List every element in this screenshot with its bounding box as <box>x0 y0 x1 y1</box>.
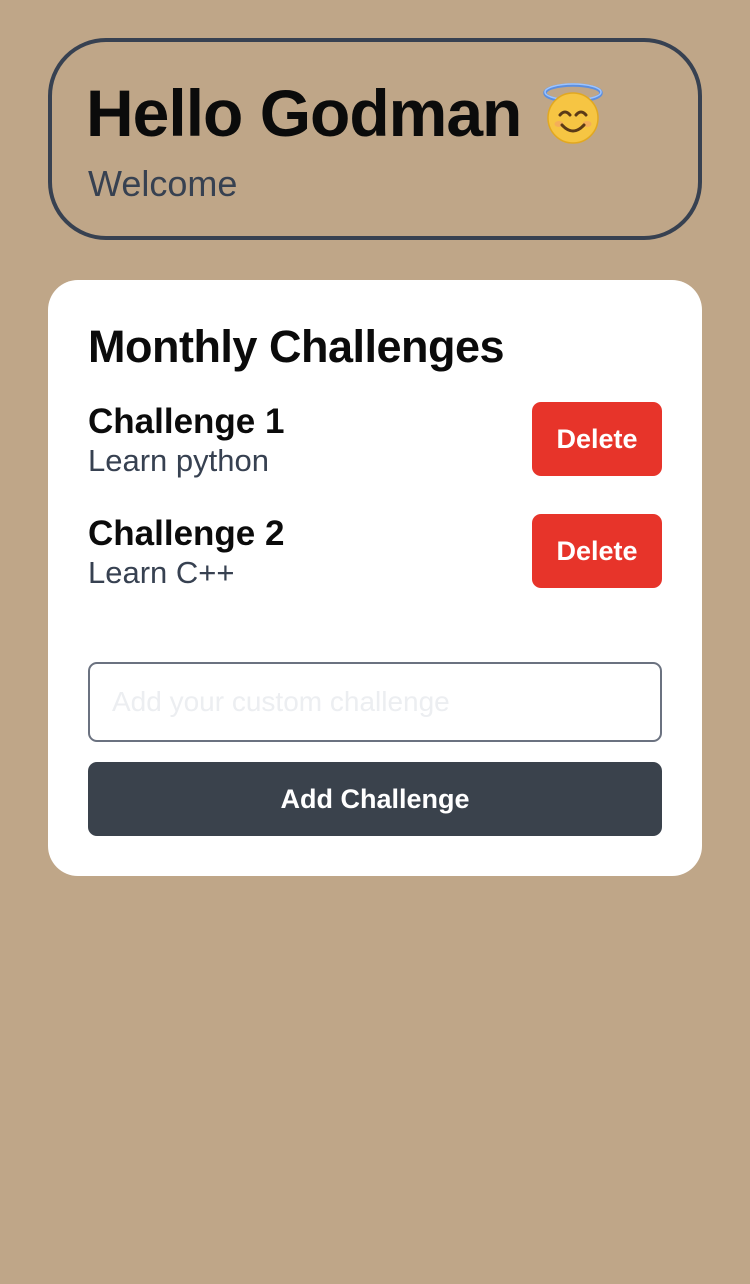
greeting-heading: Hello Godman <box>86 80 605 146</box>
greeting-title: Hello Godman <box>86 76 522 150</box>
challenge-description: Learn python <box>88 443 269 478</box>
challenge-item: Challenge 2 Learn C++ Delete <box>88 512 662 592</box>
challenge-name: Challenge 2 <box>88 514 285 553</box>
add-challenge-button[interactable]: Add Challenge <box>88 762 662 836</box>
challenge-item: Challenge 1 Learn python Delete <box>88 400 662 480</box>
challenge-description: Learn C++ <box>88 555 235 590</box>
challenge-name: Challenge 1 <box>88 402 285 441</box>
custom-challenge-input[interactable] <box>88 662 662 742</box>
greeting-subtitle: Welcome <box>88 163 238 204</box>
monthly-challenges-card: Monthly Challenges Challenge 1 Learn pyt… <box>48 280 702 876</box>
smiling-face-with-halo-icon <box>543 83 604 144</box>
card-title: Monthly Challenges <box>88 321 505 372</box>
app-screen: { "greeting": { "title": "Hello Godman",… <box>0 0 750 1284</box>
delete-challenge-2-button[interactable]: Delete <box>532 514 662 588</box>
delete-challenge-1-button[interactable]: Delete <box>532 402 662 476</box>
greeting-card: Hello Godman Welcome <box>48 38 702 240</box>
